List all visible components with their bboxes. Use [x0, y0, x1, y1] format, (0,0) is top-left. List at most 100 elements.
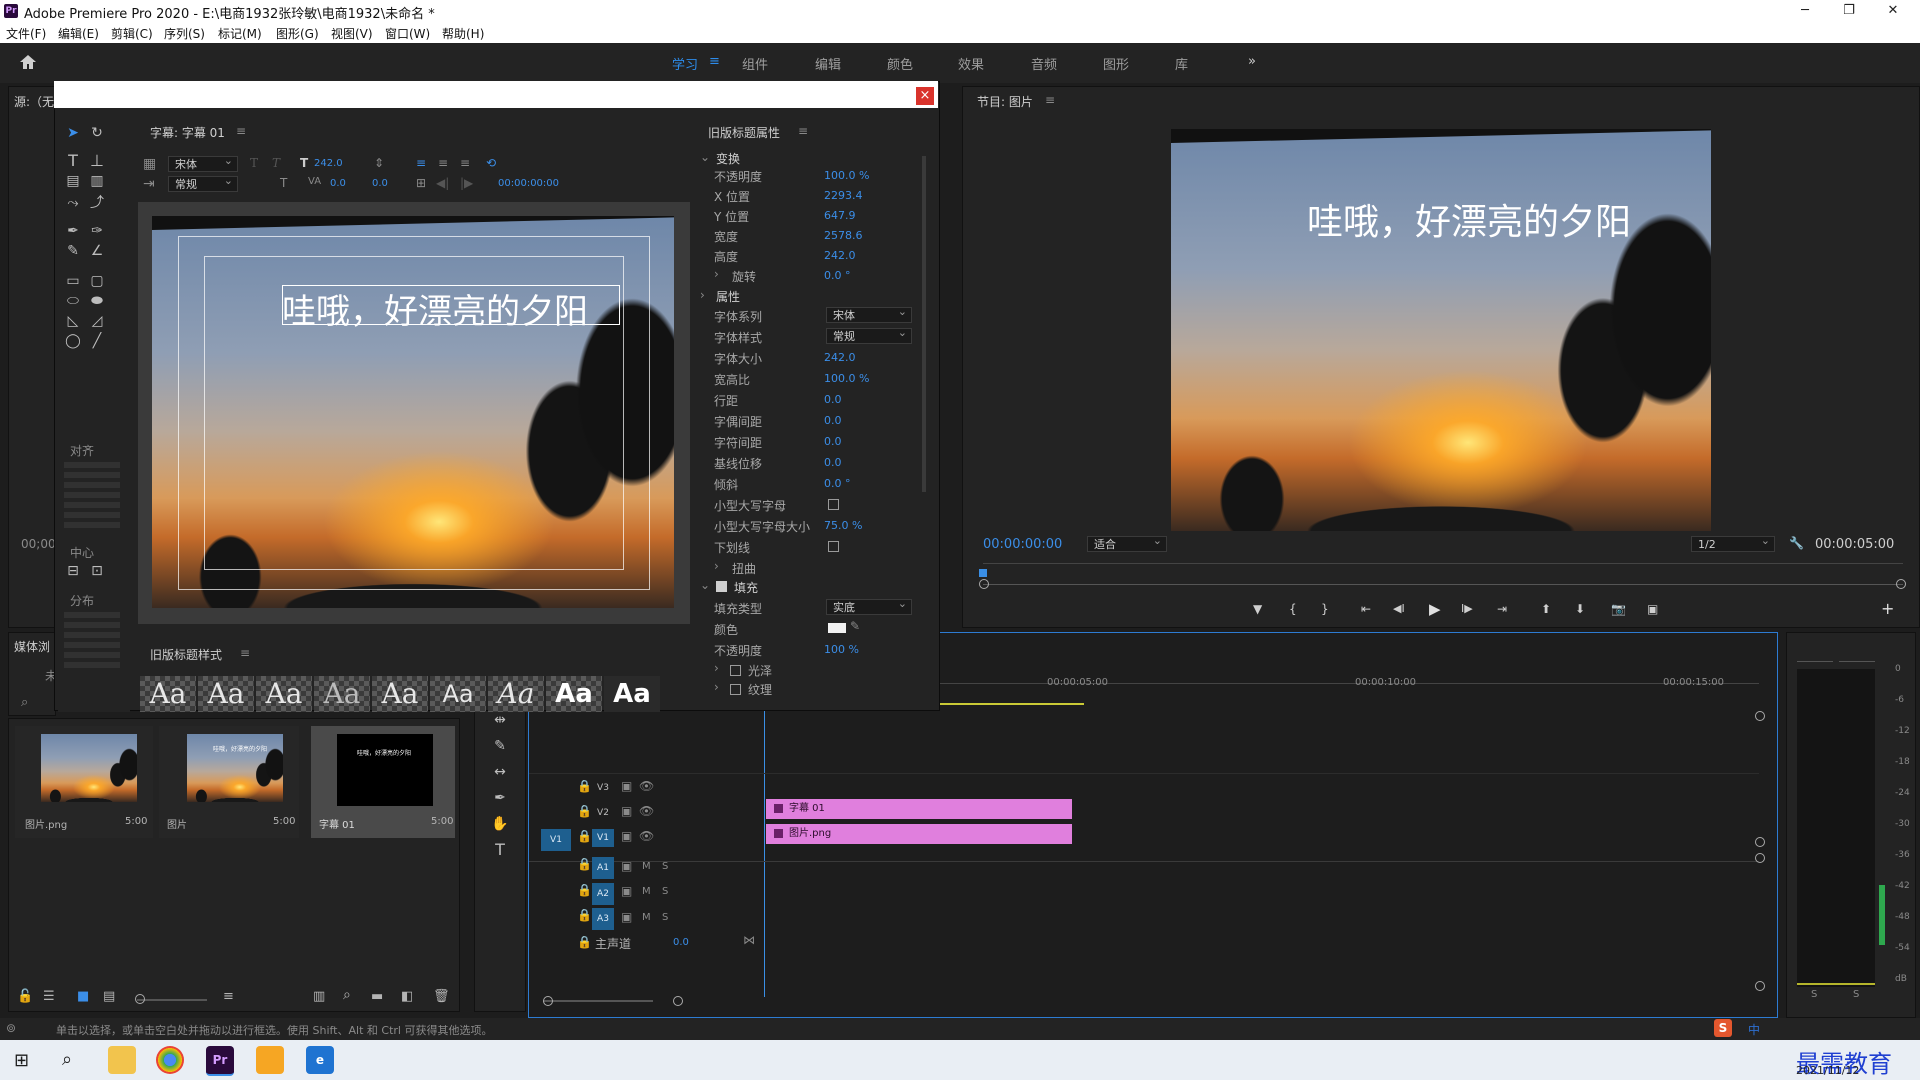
eye-icon[interactable]: 👁	[639, 804, 654, 818]
lock-icon[interactable]: 🔒	[577, 883, 592, 897]
vscroll-handle[interactable]	[1755, 711, 1765, 721]
workspace-graphics[interactable]: 图形	[1103, 54, 1129, 73]
panel-menu-icon[interactable]: ≡	[240, 646, 250, 660]
freeform-view-icon[interactable]: ▤	[103, 989, 115, 1004]
expand-chevron-icon[interactable]: ⌄	[700, 578, 710, 592]
distribute-buttons[interactable]	[64, 612, 120, 672]
fill-checkbox[interactable]	[716, 581, 727, 592]
workspace-assembly[interactable]: 组件	[742, 54, 768, 73]
menu-clip[interactable]: 剪辑(C)	[111, 25, 153, 42]
program-video[interactable]: 哇哦，好漂亮的夕阳	[1171, 129, 1711, 531]
playhead-marker[interactable]	[979, 569, 987, 577]
mark-in-button[interactable]: {	[1289, 602, 1297, 616]
clip-title-01[interactable]: 字幕 01	[766, 799, 1072, 819]
menu-marker[interactable]: 标记(M)	[218, 25, 262, 42]
project-item[interactable]: 图片.png 5:00	[15, 726, 153, 838]
menu-help[interactable]: 帮助(H)	[442, 25, 484, 42]
convert-anchor-icon[interactable]: ∠	[88, 242, 106, 260]
italic-icon[interactable]: T	[272, 156, 280, 170]
new-bin-icon[interactable]: ▬	[371, 989, 383, 1004]
arc-tool-icon[interactable]: ◿	[88, 312, 106, 330]
vscroll-handle[interactable]	[1755, 981, 1765, 991]
track-v3[interactable]: V3	[592, 779, 614, 797]
step-back-icon[interactable]: ◀|	[436, 176, 449, 190]
trash-icon[interactable]: 🗑	[433, 989, 450, 1004]
file-explorer-icon[interactable]	[108, 1046, 136, 1074]
fill-type-dropdown[interactable]: 实底	[826, 596, 912, 615]
menu-file[interactable]: 文件(F)	[6, 25, 46, 42]
baseline-value[interactable]: 0.0	[824, 456, 842, 469]
mute-button[interactable]: M	[642, 912, 651, 923]
menu-graphics[interactable]: 图形(G)	[276, 25, 319, 42]
rounded-rect-icon[interactable]: ▢	[88, 272, 106, 290]
mute-button[interactable]: M	[642, 886, 651, 897]
style-swatch[interactable]: Aa	[140, 676, 196, 712]
project-item[interactable]: 哇哦，好漂亮的夕阳 图片 5:00	[159, 726, 299, 838]
step-forward-button[interactable]: I▶	[1461, 602, 1473, 615]
style-swatch[interactable]: Aa	[546, 676, 602, 712]
area-type-icon[interactable]: ▤	[64, 172, 82, 190]
workspace-learn[interactable]: 学习	[672, 54, 698, 73]
comparison-view-button[interactable]: ▣	[1647, 602, 1658, 616]
solo-button[interactable]: S	[662, 912, 668, 923]
automate-icon[interactable]: ▥	[313, 989, 325, 1004]
vscroll-handle[interactable]	[1755, 837, 1765, 847]
canvas-caption[interactable]: 哇哦，好漂亮的夕阳	[282, 284, 588, 333]
slip-icon[interactable]: ↔	[491, 763, 509, 781]
sync-icon[interactable]: ▣	[621, 910, 632, 924]
align-center-icon[interactable]: ≡	[438, 156, 448, 170]
tracking-value[interactable]: 0.0	[372, 178, 388, 189]
add-anchor-icon[interactable]: ✎	[64, 242, 82, 260]
rounded-corner-icon[interactable]: ⬬	[88, 292, 106, 310]
playhead[interactable]	[764, 709, 765, 997]
add-button[interactable]: +	[1881, 599, 1894, 618]
underline-icon[interactable]: T	[280, 176, 287, 190]
lock-icon[interactable]: 🔒	[577, 935, 592, 949]
underline-checkbox[interactable]	[828, 541, 839, 552]
line-tool-icon[interactable]: ╱	[88, 332, 106, 350]
align-buttons[interactable]	[64, 462, 120, 532]
track-v1[interactable]: V1	[592, 829, 614, 847]
style-swatch[interactable]: Aa	[430, 676, 486, 712]
fill-section[interactable]: 填充	[734, 579, 758, 596]
smallcaps-size-value[interactable]: 75.0 %	[824, 519, 862, 532]
kerning-value[interactable]: 0.0	[330, 178, 346, 189]
font-size-value[interactable]: 242.0	[314, 158, 343, 169]
style-swatch[interactable]: Aa	[604, 676, 660, 712]
style-swatch[interactable]: Aa	[372, 676, 428, 712]
lock-icon[interactable]: 🔒	[577, 829, 592, 843]
safe-area-icon[interactable]: ⊞	[416, 176, 426, 190]
type-tool-icon[interactable]: T	[491, 841, 509, 859]
hand-icon[interactable]: ✋	[491, 815, 509, 833]
scroll-handle[interactable]	[673, 996, 683, 1006]
center-vertical-icon[interactable]: ⊡	[88, 562, 106, 580]
app-icon[interactable]	[256, 1046, 284, 1074]
workspace-libraries[interactable]: 库	[1175, 54, 1188, 73]
leading-value[interactable]: 0.0	[824, 393, 842, 406]
fill-color-swatch[interactable]	[828, 623, 846, 633]
sync-icon[interactable]: ▣	[621, 884, 632, 898]
font-family-dropdown[interactable]: 宋体	[826, 304, 912, 323]
step-forward-icon[interactable]: |▶	[460, 176, 473, 190]
smallcaps-checkbox[interactable]	[828, 499, 839, 510]
sort-icon[interactable]: ≡	[223, 989, 234, 1004]
texture-checkbox[interactable]	[730, 684, 741, 695]
lock-icon[interactable]: 🔒	[577, 779, 592, 793]
x-position-value[interactable]: 2293.4	[824, 189, 863, 202]
master-toggle-icon[interactable]: ⋈	[743, 933, 755, 947]
timeline-scrollbar[interactable]	[543, 1000, 653, 1002]
height-value[interactable]: 242.0	[824, 249, 856, 262]
align-left-icon[interactable]: ≡	[416, 156, 426, 170]
clip-image[interactable]: 图片.png	[766, 824, 1072, 844]
lock-icon[interactable]: 🔓	[17, 989, 33, 1004]
find-icon[interactable]: ⌕	[343, 987, 351, 1003]
style-swatch[interactable]: Aa	[314, 676, 370, 712]
panel-menu-icon[interactable]: ≡	[236, 124, 246, 138]
titler-close-button[interactable]: ×	[916, 87, 934, 105]
sync-icon[interactable]: ▣	[621, 859, 632, 873]
extract-button[interactable]: ⬇	[1575, 602, 1585, 616]
rotation-value[interactable]: 0.0 °	[824, 269, 851, 282]
tab-stops-icon[interactable]: ⇥	[143, 176, 155, 192]
workspace-menu-icon[interactable]: ≡	[709, 54, 720, 69]
path-type-icon[interactable]: ⤳	[64, 194, 82, 212]
